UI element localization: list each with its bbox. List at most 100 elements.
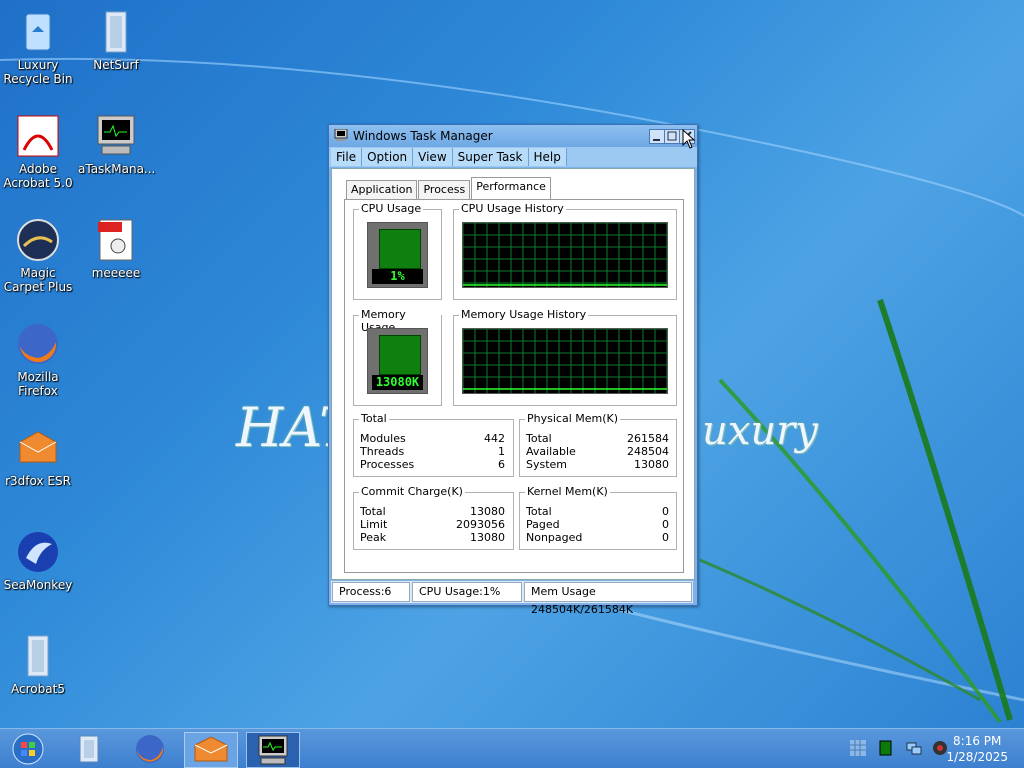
memory-history-label: Memory Usage History — [459, 308, 589, 321]
totals-group: Total Modules 442 Threads 1 Processes 6 — [353, 412, 514, 477]
desktop-icon-seamonkey[interactable]: SeaMonkey — [0, 528, 76, 592]
memory-usage-meter: 13080K — [367, 328, 428, 394]
totals-label: Total — [359, 412, 389, 425]
kernel-row-nonpaged: Nonpaged 0 — [526, 531, 669, 544]
desktop-icon-magic-carpet[interactable]: Magic Carpet Plus — [0, 216, 76, 294]
folder-icon — [79, 735, 99, 763]
desktop-icon-ataskmanager[interactable]: aTaskMana... — [78, 112, 156, 176]
desktop-icon-r3dfox[interactable]: r3dfox ESR — [0, 424, 76, 488]
taskbar-file-explorer[interactable] — [64, 732, 116, 766]
commit-row-limit: Limit 2093056 — [360, 518, 505, 531]
totals-list: Modules 442 Threads 1 Processes 6 — [360, 432, 505, 471]
desktop-icon-netsurf[interactable]: NetSurf — [78, 8, 154, 72]
cpu-meter-fill — [379, 229, 421, 269]
minimize-button[interactable] — [649, 129, 665, 144]
acrobat-icon — [14, 112, 62, 160]
menu-file[interactable]: File — [331, 148, 363, 166]
physical-row-system: System 13080 — [526, 458, 669, 471]
taskbar-task-manager[interactable] — [246, 732, 300, 768]
tab-application[interactable]: Application — [346, 180, 418, 199]
desktop-icon-label: NetSurf — [93, 58, 139, 72]
kernel-mem-list: Total 0 Paged 0 Nonpaged 0 — [526, 505, 669, 544]
network-tray-icon[interactable] — [906, 740, 922, 756]
clock-date: 1/28/2025 — [946, 750, 1008, 764]
menu-super-task[interactable]: Super Task — [452, 148, 529, 166]
status-cpu-usage: CPU Usage:1% — [412, 582, 522, 602]
physical-mem-list: Total 261584 Available 248504 System 13080 — [526, 432, 669, 471]
firefox-icon — [136, 735, 164, 763]
kernel-row-paged: Paged 0 — [526, 518, 669, 531]
cpu-history-graph — [462, 222, 668, 288]
commit-charge-label: Commit Charge(K) — [359, 485, 465, 498]
physical-row-total: Total 261584 — [526, 432, 669, 445]
kernel-mem-label: Kernel Mem(K) — [525, 485, 610, 498]
menu-help[interactable]: Help — [528, 148, 567, 166]
cpu-history-label: CPU Usage History — [459, 202, 566, 215]
desktop-icon-firefox[interactable]: Mozilla Firefox — [0, 320, 76, 398]
desktop-icon-label: Magic Carpet Plus — [3, 266, 73, 294]
kernel-row-total: Total 0 — [526, 505, 669, 518]
tab-process[interactable]: Process — [418, 180, 471, 199]
memory-history-group: Memory Usage History — [453, 308, 677, 406]
physical-mem-label: Physical Mem(K) — [525, 412, 621, 425]
wallpaper-brand-right: uxury — [702, 408, 818, 454]
system-clock[interactable]: 8:16 PM 1/28/2025 — [946, 733, 1008, 765]
firefox-icon — [14, 320, 62, 368]
desktop-icon-acrobat5[interactable]: Acrobat5 — [0, 632, 76, 696]
maximize-button[interactable] — [664, 129, 680, 144]
desktop-icon-adobe-acrobat[interactable]: Adobe Acrobat 5.0 — [0, 112, 76, 190]
menu-option[interactable]: Option — [362, 148, 414, 166]
memory-usage-value: 13080K — [372, 375, 423, 390]
desktop-icon-label: r3dfox ESR — [5, 474, 71, 488]
taskbar-firefox[interactable] — [124, 732, 176, 766]
desktop-icon-label: Mozilla Firefox — [17, 370, 59, 398]
totals-row-threads: Threads 1 — [360, 445, 505, 458]
desktop-icon-label: Adobe Acrobat 5.0 — [3, 162, 73, 190]
recycle-bin-icon — [14, 8, 62, 56]
taskbar-r3dfox[interactable] — [184, 732, 238, 768]
physical-mem-group: Physical Mem(K) Total 261584 Available 248… — [519, 412, 677, 477]
totals-row-modules: Modules 442 — [360, 432, 505, 445]
green-square-tray-icon[interactable] — [878, 740, 894, 756]
desktop-icon-label: meeeee — [91, 266, 141, 280]
status-process-count: Process:6 — [332, 582, 410, 602]
seamonkey-icon — [14, 528, 62, 576]
mouse-cursor-icon — [682, 129, 696, 149]
minimize-icon — [653, 139, 660, 141]
image-file-icon — [92, 216, 140, 264]
folder-icon — [14, 632, 62, 680]
commit-row-peak: Peak 13080 — [360, 531, 505, 544]
memory-usage-group: Memory Usage 13080K — [353, 308, 442, 406]
title-bar[interactable]: Windows Task Manager — [329, 125, 697, 147]
tab-performance[interactable]: Performance — [471, 177, 551, 199]
clock-time: 8:16 PM — [953, 734, 1002, 748]
commit-charge-list: Total 13080 Limit 2093056 Peak 13080 — [360, 505, 505, 544]
desktop-icon-label: aTaskMana... — [78, 162, 156, 176]
cpu-usage-label: CPU Usage — [359, 202, 424, 215]
desktop-icon-label: Luxury Recycle Bin — [3, 58, 73, 86]
cpu-usage-group: CPU Usage 1% — [353, 202, 442, 300]
status-bar: Process:6 CPU Usage:1% Mem Usage 248504K… — [331, 581, 693, 616]
windows-logo-icon — [12, 733, 44, 765]
cpu-history-group: CPU Usage History — [453, 202, 677, 300]
physical-row-available: Available 248504 — [526, 445, 669, 458]
magic-carpet-icon — [14, 216, 62, 264]
desktop-icon-label: Acrobat5 — [11, 682, 65, 696]
maximize-icon — [667, 131, 677, 141]
desktop-icon-meeeee[interactable]: meeeee — [78, 216, 154, 280]
folder-icon — [92, 8, 140, 56]
task-manager-window[interactable]: Windows Task Manager File Option View Su… — [328, 124, 698, 616]
taskbar: 8:16 PM 1/28/2025 — [0, 728, 1024, 768]
memory-meter-fill — [379, 335, 421, 375]
commit-charge-group: Commit Charge(K) Total 13080 Limit 2093056… — [353, 485, 514, 550]
start-button[interactable] — [4, 732, 56, 766]
status-mem-usage: Mem Usage 248504K/261584K — [524, 582, 692, 616]
commit-row-total: Total 13080 — [360, 505, 505, 518]
totals-row-processes: Processes 6 — [360, 458, 505, 471]
menu-view[interactable]: View — [413, 148, 453, 166]
desktop-icon-recycle-bin[interactable]: Luxury Recycle Bin — [0, 8, 76, 86]
grid-tray-icon[interactable] — [850, 740, 866, 756]
performance-panel: CPU Usage 1% CPU Usage History Memory Us… — [344, 199, 684, 573]
window-client-area: Application Process Performance CPU Usag… — [331, 168, 695, 580]
fox-box-icon — [194, 736, 228, 762]
